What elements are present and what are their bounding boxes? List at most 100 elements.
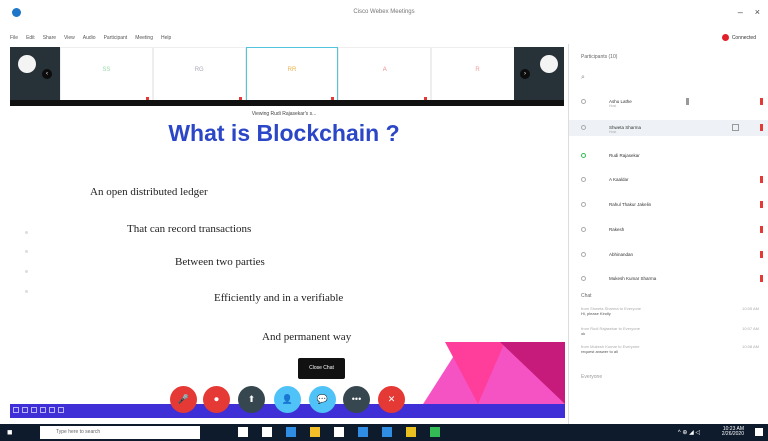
scroll-left-icon[interactable]: ‹ (42, 69, 52, 79)
windows-start-icon[interactable]: ■ (7, 428, 12, 437)
menu-help[interactable]: Help (161, 35, 171, 41)
muted-mic-icon (760, 98, 763, 105)
menu-share[interactable]: Share (43, 35, 56, 41)
muted-mic-icon (760, 251, 763, 258)
video-tile[interactable]: RG Ravi Gaur (152, 47, 246, 105)
menu-meeting[interactable]: Meeting (135, 35, 153, 41)
participant-row[interactable]: Rudi Rajasekar (569, 148, 768, 164)
clock[interactable]: 10:23 AM 2/26/2020 (722, 427, 744, 437)
menu-edit[interactable]: Edit (26, 35, 35, 41)
menu-view[interactable]: View (64, 35, 75, 41)
window-controls: – × (738, 7, 760, 17)
store-icon[interactable] (334, 427, 344, 437)
chat-time: 10:05 AM (742, 306, 759, 311)
video-button[interactable]: ⏺ (203, 386, 230, 413)
participant-row[interactable]: Mukesh Kumar Sharma (569, 271, 768, 287)
close-chat-tooltip: Close Chat (298, 358, 345, 379)
tile-initials: R (475, 67, 480, 73)
edge-icon[interactable] (286, 427, 296, 437)
taskbar-search-input[interactable]: Type here to search (40, 426, 200, 439)
search-icon[interactable]: ⌕ (581, 74, 585, 82)
taskbar-apps (238, 427, 440, 437)
chat-text: Hi, please Kindly (581, 311, 611, 316)
menu-file[interactable]: File (10, 35, 18, 41)
menu-participant[interactable]: Participant (104, 35, 128, 41)
system-tray-icons[interactable]: ^ ⊕ ◢ ◁ (678, 429, 700, 436)
participant-row[interactable]: Abhinandan (569, 247, 768, 263)
scroll-right-icon[interactable]: › (520, 69, 530, 79)
participants-header[interactable]: Participants (10) (581, 54, 617, 60)
connection-dot-icon (721, 34, 729, 41)
strip-right[interactable]: › (514, 47, 564, 105)
person-icon (581, 276, 586, 281)
file-explorer-icon[interactable] (310, 427, 320, 437)
video-tile[interactable]: SS Shweta Sharma (60, 47, 153, 105)
chat-time: 10:07 AM (742, 326, 759, 331)
strip-icon (40, 407, 46, 413)
nav-dot[interactable] (25, 231, 28, 234)
mute-button[interactable]: 🎤 (170, 386, 197, 413)
tile-initials: RR (287, 67, 297, 73)
nav-dot[interactable] (25, 290, 28, 293)
participant-name: Rahul Thakur Jakelin (609, 202, 652, 207)
webex-taskbar-icon[interactable] (430, 427, 440, 437)
slide-line: Efficiently and in a verifiable (214, 292, 344, 304)
share-button[interactable]: ⬆ (238, 386, 265, 413)
chrome-icon[interactable] (406, 427, 416, 437)
connection-status[interactable]: Connected (721, 34, 756, 41)
tile-initials: SS (102, 67, 111, 73)
participant-row[interactable]: A Kaaldar (569, 172, 768, 188)
chat-icon: 💬 (316, 394, 329, 404)
word-icon[interactable] (382, 427, 392, 437)
nav-dot[interactable] (25, 250, 28, 253)
grid-icon[interactable] (732, 124, 739, 131)
leave-meeting-button[interactable]: ✕ (378, 386, 405, 413)
chat-button[interactable]: 💬 (309, 386, 336, 413)
participant-row[interactable]: Ashu Lathe Host (569, 94, 768, 110)
self-view[interactable]: ‹ (10, 47, 60, 105)
video-tile-active[interactable]: RR Rudi Rajasekar (245, 47, 339, 105)
participant-name: Rakesh (609, 227, 625, 232)
participant-row[interactable]: Rahul Thakur Jakelin (569, 197, 768, 213)
participant-row[interactable]: Rakesh (569, 222, 768, 238)
microphone-icon: 🎤 (177, 394, 190, 404)
menu-audio[interactable]: Audio (83, 35, 96, 41)
muted-mic-icon (760, 226, 763, 233)
participants-panel: Participants (10) ⌕ Ashu Lathe Host Shwe… (568, 44, 768, 424)
menu-bar: File Edit Share View Audio Participant M… (10, 35, 171, 41)
participants-button[interactable]: 👤 (274, 386, 301, 413)
slide-line: An open distributed ledger (90, 186, 208, 198)
chat-header[interactable]: Chat (581, 293, 592, 299)
notification-icon[interactable] (755, 428, 763, 436)
window-title: Cisco Webex Meetings (353, 9, 415, 15)
video-tile[interactable]: A A Kaaldar (338, 47, 432, 105)
person-icon (581, 202, 586, 207)
video-tile[interactable]: R R Jothikhan (431, 47, 524, 105)
person-icon (581, 125, 586, 130)
person-icon (581, 252, 586, 257)
person-icon: 👤 (281, 394, 294, 404)
close-icon: ✕ (387, 394, 396, 404)
chat-text: request answer to all (581, 349, 618, 354)
minimize-button[interactable]: – (738, 7, 743, 17)
mail-icon[interactable] (358, 427, 368, 437)
strip-icon (13, 407, 19, 413)
slide-line: That can record transactions (127, 223, 252, 235)
chat-recipient-select[interactable]: Everyone (581, 374, 602, 380)
strip-icon (31, 407, 37, 413)
more-options-button[interactable]: ••• (343, 386, 370, 413)
close-button[interactable]: × (755, 7, 760, 17)
nav-dot[interactable] (25, 270, 28, 273)
cortana-icon[interactable] (238, 427, 248, 437)
participant-role: Host (609, 130, 617, 134)
title-bar: Cisco Webex Meetings – × (0, 0, 768, 31)
avatar (18, 55, 36, 73)
task-view-icon[interactable] (262, 427, 272, 437)
person-icon (581, 153, 586, 158)
participant-row[interactable]: Shweta Sharma Host (569, 120, 768, 136)
strip-icon (22, 407, 28, 413)
chat-text: ok (581, 331, 586, 336)
os-taskbar: ■ Type here to search ^ ⊕ ◢ ◁ 10:23 AM 2… (0, 424, 768, 441)
muted-mic-icon (760, 201, 763, 208)
slide-line: Between two parties (175, 256, 265, 268)
